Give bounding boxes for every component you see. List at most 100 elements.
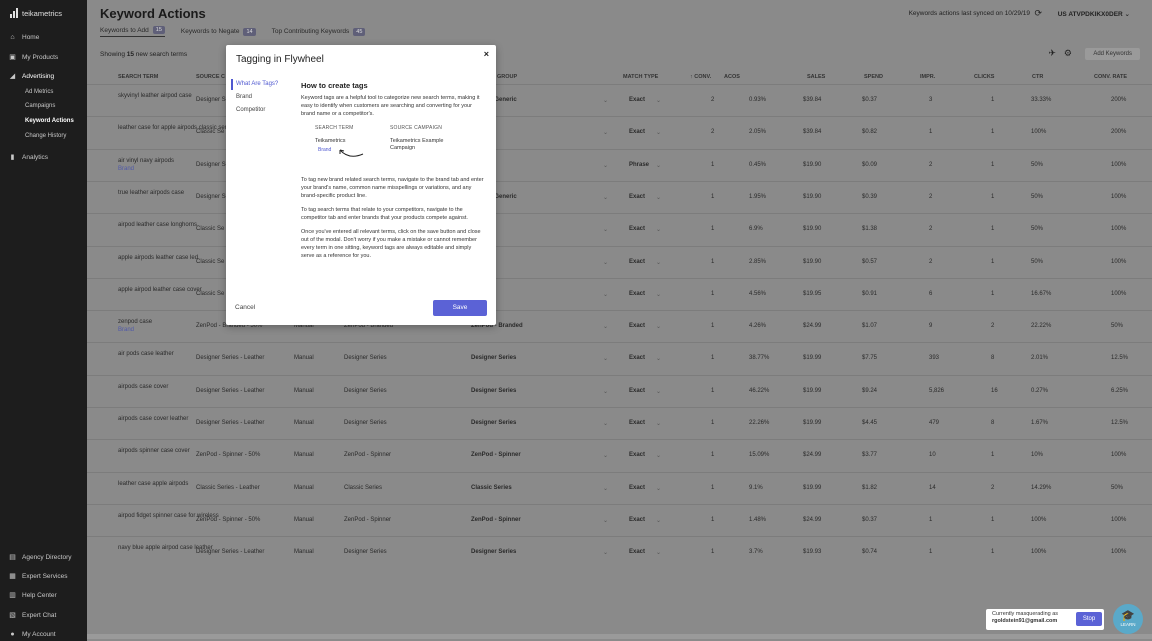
table-row[interactable]: leather case apple airpods Classic Series… bbox=[87, 471, 1152, 504]
search-term: zenpod case Brand bbox=[118, 318, 183, 334]
chevron-down-icon[interactable]: ⌄ bbox=[656, 388, 661, 395]
search-term: airpod leather case longhorns bbox=[118, 221, 197, 229]
sidebar-item-my-account[interactable]: ● My Account bbox=[9, 631, 55, 638]
chevron-down-icon[interactable]: ⌄ bbox=[656, 129, 661, 136]
sidebar-item-expert-services[interactable]: ▦ Expert Services bbox=[9, 573, 67, 580]
chevron-down-icon[interactable]: ⌄ bbox=[603, 517, 608, 524]
chevron-down-icon[interactable]: ⌄ bbox=[656, 97, 661, 104]
col-impr[interactable]: IMPR. bbox=[920, 74, 935, 80]
sidebar-sub-ad-metrics[interactable]: Ad Metrics bbox=[25, 89, 53, 95]
col-conv-rate[interactable]: CONV. RATE bbox=[1094, 74, 1127, 80]
col-source[interactable]: SOURCE C bbox=[196, 74, 225, 80]
services-icon: ▦ bbox=[9, 573, 16, 580]
modal-nav-competitor[interactable]: Competitor bbox=[236, 107, 278, 113]
chevron-down-icon[interactable]: ⌄ bbox=[603, 355, 608, 362]
chevron-down-icon[interactable]: ⌄ bbox=[656, 194, 661, 201]
close-icon[interactable]: × bbox=[484, 49, 489, 59]
chevron-down-icon[interactable]: ⌄ bbox=[603, 259, 608, 266]
cell-spend: $0.37 bbox=[862, 516, 878, 523]
cell-spend: $0.09 bbox=[862, 161, 878, 168]
sidebar-item-analytics[interactable]: ▮ Analytics bbox=[9, 154, 48, 161]
chevron-down-icon[interactable]: ⌄ bbox=[603, 549, 608, 556]
chevron-down-icon[interactable]: ⌄ bbox=[656, 162, 661, 169]
col-ctr[interactable]: CTR bbox=[1032, 74, 1043, 80]
chevron-down-icon[interactable]: ⌄ bbox=[603, 420, 608, 427]
chevron-down-icon[interactable]: ⌄ bbox=[656, 226, 661, 233]
brand-tag: Brand bbox=[118, 165, 135, 172]
chevron-down-icon[interactable]: ⌄ bbox=[656, 323, 661, 330]
cell-clicks: 1 bbox=[991, 226, 995, 233]
table-row[interactable]: airpod fidget spinner case for wireless Z… bbox=[87, 503, 1152, 536]
sidebar-item-home[interactable]: ⌂ Home bbox=[9, 34, 39, 41]
chevron-down-icon[interactable]: ⌄ bbox=[603, 194, 608, 201]
rocket-icon[interactable]: ✈ bbox=[1048, 48, 1056, 59]
chevron-down-icon[interactable]: ⌄ bbox=[603, 485, 608, 492]
sidebar-sub-change-history[interactable]: Change History bbox=[25, 133, 66, 139]
horizontal-scrollbar[interactable] bbox=[87, 634, 1152, 639]
table-row[interactable]: airpods case cover Designer Series - Leat… bbox=[87, 374, 1152, 407]
chevron-down-icon[interactable]: ⌄ bbox=[603, 129, 608, 136]
cancel-button[interactable]: Cancel bbox=[235, 304, 255, 311]
sync-icon[interactable]: ⟳ bbox=[1034, 8, 1042, 19]
search-term: navy blue apple airpod case leather bbox=[118, 544, 213, 552]
chevron-down-icon[interactable]: ⌄ bbox=[656, 452, 661, 459]
chevron-down-icon[interactable]: ⌄ bbox=[656, 485, 661, 492]
cell-spend: $3.77 bbox=[862, 452, 878, 459]
tab-keywords-to-negate[interactable]: Keywords to Negate 14 bbox=[181, 26, 256, 37]
chevron-down-icon[interactable]: ⌄ bbox=[603, 323, 608, 330]
cell-impr: 479 bbox=[929, 420, 940, 426]
tab-top-contributing[interactable]: Top Contributing Keywords 45 bbox=[272, 26, 366, 37]
modal-nav-brand[interactable]: Brand bbox=[236, 94, 278, 100]
cell-type: Manual bbox=[294, 549, 314, 556]
sidebar-sub-keyword-actions[interactable]: Keyword Actions bbox=[25, 118, 74, 124]
chevron-down-icon[interactable]: ⌄ bbox=[656, 291, 661, 298]
col-group[interactable]: GROUP bbox=[497, 74, 517, 80]
table-row[interactable]: navy blue apple airpod case leather Desig… bbox=[87, 536, 1152, 568]
save-button[interactable]: Save bbox=[433, 300, 487, 316]
chevron-down-icon[interactable]: ⌄ bbox=[656, 549, 661, 556]
col-clicks[interactable]: CLICKS bbox=[974, 74, 994, 80]
chevron-down-icon[interactable]: ⌄ bbox=[603, 388, 608, 395]
col-acos[interactable]: ACOS bbox=[724, 74, 740, 80]
sidebar-item-advertising[interactable]: ◢ Advertising bbox=[9, 73, 54, 80]
cell-acos: 0.93% bbox=[749, 97, 767, 103]
modal-body: How to create tags Keyword tags are a he… bbox=[301, 81, 486, 266]
modal-nav-what-are-tags[interactable]: What Are Tags? bbox=[236, 81, 278, 87]
cell-sales: $24.99 bbox=[803, 516, 822, 523]
chevron-down-icon[interactable]: ⌄ bbox=[656, 259, 661, 266]
table-row[interactable]: airpods spinner case cover ZenPod - Spinn… bbox=[87, 439, 1152, 471]
col-sales[interactable]: SALES bbox=[807, 74, 825, 80]
account-selector[interactable]: US ATVPDKIKX0DER ⌄ bbox=[1058, 10, 1130, 18]
table-row[interactable]: air pods case leather Designer Series - L… bbox=[87, 342, 1152, 374]
gear-icon[interactable]: ⚙ bbox=[1064, 48, 1072, 59]
col-search-term[interactable]: SEARCH TERM bbox=[118, 74, 158, 80]
chevron-down-icon[interactable]: ⌄ bbox=[603, 97, 608, 104]
cell-conv: 1 bbox=[711, 484, 715, 491]
sidebar-item-agency-directory[interactable]: ▤ Agency Directory bbox=[9, 554, 71, 561]
sidebar-item-expert-chat[interactable]: ▧ Expert Chat bbox=[9, 612, 56, 619]
chevron-down-icon[interactable]: ⌄ bbox=[603, 452, 608, 459]
sidebar-item-label: Analytics bbox=[22, 154, 49, 161]
chevron-down-icon[interactable]: ⌄ bbox=[656, 355, 661, 362]
sidebar-sub-campaigns[interactable]: Campaigns bbox=[25, 103, 55, 109]
sidebar-item-my-products[interactable]: ▣ My Products bbox=[9, 54, 58, 61]
tab-keywords-to-add[interactable]: Keywords to Add 15 bbox=[100, 26, 165, 37]
logo[interactable]: teikametrics bbox=[10, 8, 62, 18]
table-row[interactable]: airpods case cover leather Designer Serie… bbox=[87, 407, 1152, 439]
chevron-down-icon[interactable]: ⌄ bbox=[603, 291, 608, 298]
cell-spend: $4.45 bbox=[862, 420, 878, 426]
add-keywords-button[interactable]: Add Keywords bbox=[1085, 48, 1140, 60]
col-spend[interactable]: SPEND bbox=[864, 74, 883, 80]
cell-ctr: 16.67% bbox=[1031, 290, 1052, 297]
chevron-down-icon[interactable]: ⌄ bbox=[603, 226, 608, 233]
cell-impr: 393 bbox=[929, 355, 940, 362]
sidebar-item-help-center[interactable]: ▥ Help Center bbox=[9, 592, 57, 599]
chevron-down-icon[interactable]: ⌄ bbox=[603, 162, 608, 169]
chevron-down-icon[interactable]: ⌄ bbox=[656, 420, 661, 427]
stop-masquerade-button[interactable]: Stop bbox=[1076, 612, 1102, 626]
cell-rate: 100% bbox=[1111, 193, 1127, 200]
col-conv[interactable]: ↑ CONV. bbox=[690, 74, 711, 80]
cell-source: Designer Se bbox=[196, 97, 230, 103]
col-match-type[interactable]: MATCH TYPE bbox=[623, 74, 658, 80]
chevron-down-icon[interactable]: ⌄ bbox=[656, 517, 661, 524]
